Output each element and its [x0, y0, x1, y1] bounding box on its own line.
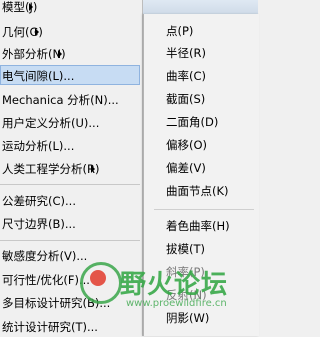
menu-item-multi-objective[interactable]: 多目标设计研究(B)...: [0, 293, 110, 313]
submenu-arrow-icon: [34, 28, 39, 36]
menu-item-feasibility[interactable]: 可行性/优化(F)...: [0, 270, 90, 290]
menu-item-sensitivity[interactable]: 敏感度分析(V)...: [0, 246, 87, 266]
submenu-item-label: 曲率(C): [166, 69, 207, 83]
submenu-item-label: 阴影(W): [166, 311, 210, 325]
submenu-item-offset[interactable]: 偏移(O): [166, 135, 207, 155]
menu-item-label: 公差研究(C)...: [2, 194, 76, 208]
menu-item-geometry[interactable]: 几何(G): [0, 22, 43, 42]
submenu-item-radius[interactable]: 半径(R): [166, 43, 206, 63]
menu-item-label: 敏感度分析(V)...: [2, 249, 88, 263]
submenu-item-label: 拔模(T): [166, 242, 205, 256]
menu-item-statistical[interactable]: 统计设计研究(T)...: [0, 317, 98, 337]
menu-separator: [0, 240, 140, 241]
menu-item-label: 统计设计研究(T)...: [2, 320, 98, 334]
submenu-arrow-icon: [29, 3, 34, 11]
background-window-strip: [143, 0, 258, 14]
submenu-separator: [154, 209, 254, 210]
submenu-item-shadow[interactable]: 阴影(W): [166, 308, 209, 328]
submenu-item-surface-node[interactable]: 曲面节点(K): [166, 181, 229, 201]
submenu-item-dihedral[interactable]: 二面角(D): [166, 112, 218, 132]
menu-item-label: 用户定义分析(U)...: [2, 116, 100, 130]
submenu-item-label: 斜率(P): [166, 265, 205, 279]
menu-item-clearance[interactable]: 电气间隙(L)...: [0, 65, 140, 85]
analysis-menu: 模型(J) 几何(G) 外部分析(N) 电气间隙(L)... Mechanica…: [0, 0, 143, 336]
menu-item-label: 多目标设计研究(B)...: [2, 296, 111, 310]
menu-item-label: 电气间隙(L)...: [2, 69, 75, 83]
submenu-item-label: 截面(S): [166, 92, 206, 106]
submenu-item-label: 曲面节点(K): [166, 184, 229, 198]
submenu-arrow-icon: [91, 165, 96, 173]
submenu-item-point[interactable]: 点(P): [166, 21, 193, 41]
menu-item-mechanica[interactable]: Mechanica 分析(N)...: [0, 90, 119, 110]
menu-item-label: 外部分析(N): [2, 47, 66, 61]
submenu-item-label: 着色曲率(H): [166, 219, 230, 233]
menu-item-label: 尺寸边界(B)...: [2, 217, 76, 231]
menu-item-dimension-boundary[interactable]: 尺寸边界(B)...: [0, 214, 76, 234]
menu-item-tolerance[interactable]: 公差研究(C)...: [0, 191, 76, 211]
submenu-item-label: 反射(N): [166, 288, 207, 302]
submenu-item-curvature[interactable]: 曲率(C): [166, 66, 206, 86]
submenu-item-shaded-curvature[interactable]: 着色曲率(H): [166, 216, 230, 236]
submenu-item-section[interactable]: 截面(S): [166, 89, 205, 109]
menu-item-label: 人类工程学分析(R): [2, 162, 100, 176]
submenu-arrow-icon: [57, 50, 62, 58]
submenu-item-label: 偏移(O): [166, 138, 208, 152]
menu-separator: [0, 184, 140, 185]
menu-item-label: 可行性/优化(F)...: [2, 273, 90, 287]
submenu-item-draft[interactable]: 拔模(T): [166, 239, 205, 259]
menu-item-label: Mechanica 分析(N)...: [2, 93, 119, 107]
menu-item-model[interactable]: 模型(J): [0, 0, 37, 17]
menu-item-external-analysis[interactable]: 外部分析(N): [0, 44, 66, 64]
menu-item-ergonomics[interactable]: 人类工程学分析(R): [0, 159, 99, 179]
menu-item-label: 运动分析(L)...: [2, 139, 75, 153]
submenu-item-slope[interactable]: 斜率(P): [166, 262, 205, 282]
submenu-item-label: 偏差(V): [166, 161, 206, 175]
menu-item-motion[interactable]: 运动分析(L)...: [0, 136, 74, 156]
geometry-submenu: 点(P) 半径(R) 曲率(C) 截面(S) 二面角(D) 偏移(O) 偏差(V…: [143, 14, 259, 336]
menu-item-user-defined[interactable]: 用户定义分析(U)...: [0, 113, 99, 133]
submenu-item-deviation[interactable]: 偏差(V): [166, 158, 206, 178]
submenu-item-reflection[interactable]: 反射(N): [166, 285, 207, 305]
submenu-item-label: 二面角(D): [166, 115, 219, 129]
submenu-item-label: 点(P): [166, 24, 194, 38]
submenu-item-label: 半径(R): [166, 46, 206, 60]
